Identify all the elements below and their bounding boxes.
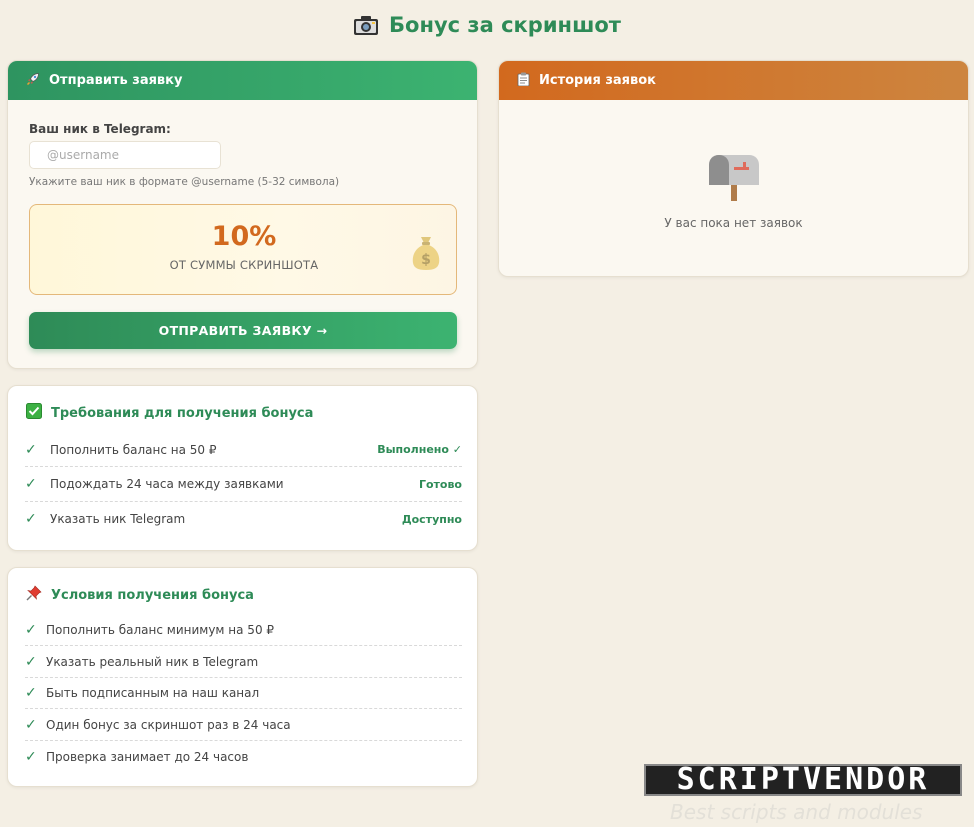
watermark: SCRIPTVENDOR Best scripts and modules: [640, 764, 970, 827]
check-icon: ✓: [25, 511, 37, 527]
pushpin-icon: [26, 585, 42, 605]
camera-icon: [353, 14, 379, 36]
history-card: История заявок У вас пока нет заявок: [498, 60, 969, 277]
watermark-tagline: Best scripts and modules: [670, 800, 923, 824]
conditions-card: Условия получения бонуса ✓ Пополнить бал…: [7, 567, 478, 787]
history-card-title: История заявок: [539, 73, 656, 88]
requirement-label: Пополнить баланс на 50 ₽: [50, 442, 217, 457]
check-box-icon: [26, 403, 42, 423]
condition-row: ✓ Один бонус за скриншот раз в 24 часа: [25, 709, 462, 741]
clipboard-icon: [517, 72, 530, 90]
mailbox-icon: [707, 153, 761, 205]
condition-row: ✓ Быть подписанным на наш канал: [25, 678, 462, 709]
condition-label: Указать реальный ник в Telegram: [46, 654, 259, 669]
requirements-card: Требования для получения бонуса ✓ Пополн…: [7, 385, 478, 551]
requirements-title-text: Требования для получения бонуса: [51, 405, 314, 421]
submit-request-button[interactable]: ОТПРАВИТЬ ЗАЯВКУ →: [29, 312, 457, 349]
bonus-percent: 10%: [211, 221, 277, 252]
requirements-title: Требования для получения бонуса: [26, 403, 313, 423]
rocket-icon: [26, 72, 40, 90]
requirement-status: Доступно: [401, 512, 462, 526]
username-input[interactable]: [29, 141, 221, 169]
submit-card: Отправить заявку Ваш ник в Telegram: Ука…: [7, 60, 478, 369]
condition-label: Проверка занимает до 24 часов: [46, 750, 249, 764]
requirement-status: Выполнено ✓: [377, 443, 462, 456]
page-title: Бонус за скриншот: [0, 13, 974, 37]
history-empty-text: У вас пока нет заявок: [664, 216, 803, 230]
page-title-text: Бонус за скриншот: [389, 13, 621, 37]
check-icon: ✓: [25, 476, 37, 492]
check-icon: ✓: [25, 441, 37, 458]
conditions-title-text: Условия получения бонуса: [51, 587, 254, 603]
condition-label: Пополнить баланс минимум на 50 ₽: [46, 622, 275, 637]
condition-label: Один бонус за скриншот раз в 24 часа: [46, 717, 291, 732]
requirement-label: Указать ник Telegram: [50, 512, 186, 526]
submit-card-header: Отправить заявку: [8, 61, 477, 100]
check-icon: ✓: [25, 621, 37, 638]
watermark-logo: SCRIPTVENDOR: [644, 764, 962, 796]
history-card-header: История заявок: [499, 61, 968, 100]
condition-row: ✓ Указать реальный ник в Telegram: [25, 646, 462, 678]
username-label: Ваш ник в Telegram:: [29, 122, 171, 136]
username-hint: Укажите ваш ник в формате @username (5-3…: [29, 176, 340, 188]
bonus-info-box: 10% ОТ СУММЫ СКРИНШОТА $: [29, 204, 457, 295]
conditions-title: Условия получения бонуса: [26, 585, 254, 605]
condition-row: ✓ Проверка занимает до 24 часов: [25, 741, 462, 773]
svg-text:$: $: [421, 252, 431, 268]
check-icon: ✓: [25, 685, 37, 701]
submit-card-title: Отправить заявку: [49, 73, 183, 88]
requirement-row: ✓ Указать ник Telegram Доступно: [25, 502, 462, 536]
requirement-label: Подождать 24 часа между заявками: [50, 477, 284, 491]
requirement-status: Готово: [418, 477, 462, 491]
check-icon: ✓: [25, 653, 37, 670]
condition-row: ✓ Пополнить баланс минимум на 50 ₽: [25, 614, 462, 646]
check-icon: ✓: [25, 749, 37, 765]
requirement-row: ✓ Подождать 24 часа между заявками Готов…: [25, 467, 462, 502]
condition-label: Быть подписанным на наш канал: [46, 686, 260, 700]
check-icon: ✓: [25, 716, 37, 733]
requirement-row: ✓ Пополнить баланс на 50 ₽ Выполнено ✓: [25, 433, 462, 467]
money-bag-icon: $: [410, 233, 442, 275]
bonus-caption: ОТ СУММЫ СКРИНШОТА: [169, 258, 319, 272]
